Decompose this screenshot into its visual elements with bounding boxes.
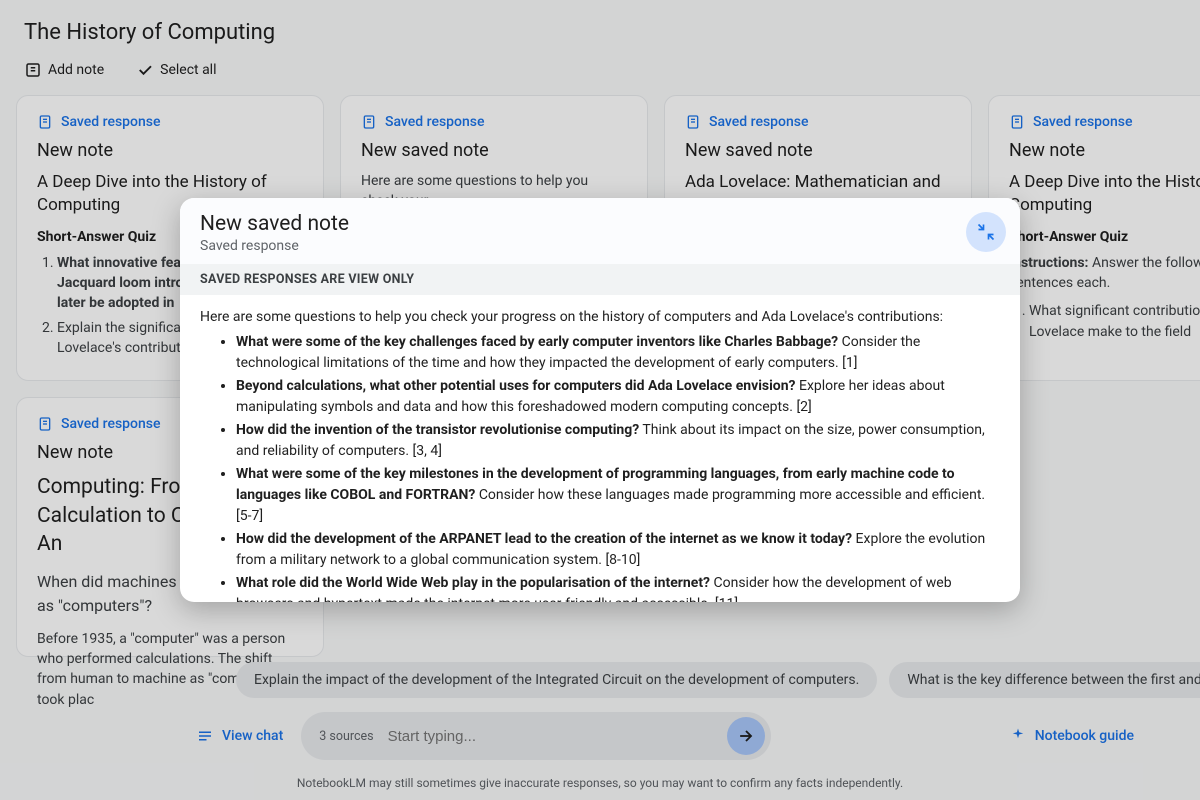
list-item: Beyond calculations, what other potentia…	[236, 376, 1000, 418]
list-item: What were some of the key milestones in …	[236, 464, 1000, 527]
note-modal: New saved note Saved response SAVED RESP…	[180, 198, 1020, 602]
modal-banner: SAVED RESPONSES ARE VIEW ONLY	[180, 264, 1020, 295]
collapse-button[interactable]	[966, 212, 1006, 252]
list-item: What role did the World Wide Web play in…	[236, 573, 1000, 602]
modal-title: New saved note	[200, 212, 1000, 236]
modal-question-list: What were some of the key challenges fac…	[200, 332, 1000, 602]
modal-type: Saved response	[200, 238, 1000, 254]
modal-header: New saved note Saved response	[180, 198, 1020, 264]
list-item: How did the invention of the transistor …	[236, 420, 1000, 462]
list-item: What were some of the key challenges fac…	[236, 332, 1000, 374]
modal-intro: Here are some questions to help you chec…	[200, 307, 1000, 328]
collapse-icon	[976, 222, 996, 242]
modal-body[interactable]: Here are some questions to help you chec…	[180, 295, 1020, 602]
list-item: How did the development of the ARPANET l…	[236, 529, 1000, 571]
